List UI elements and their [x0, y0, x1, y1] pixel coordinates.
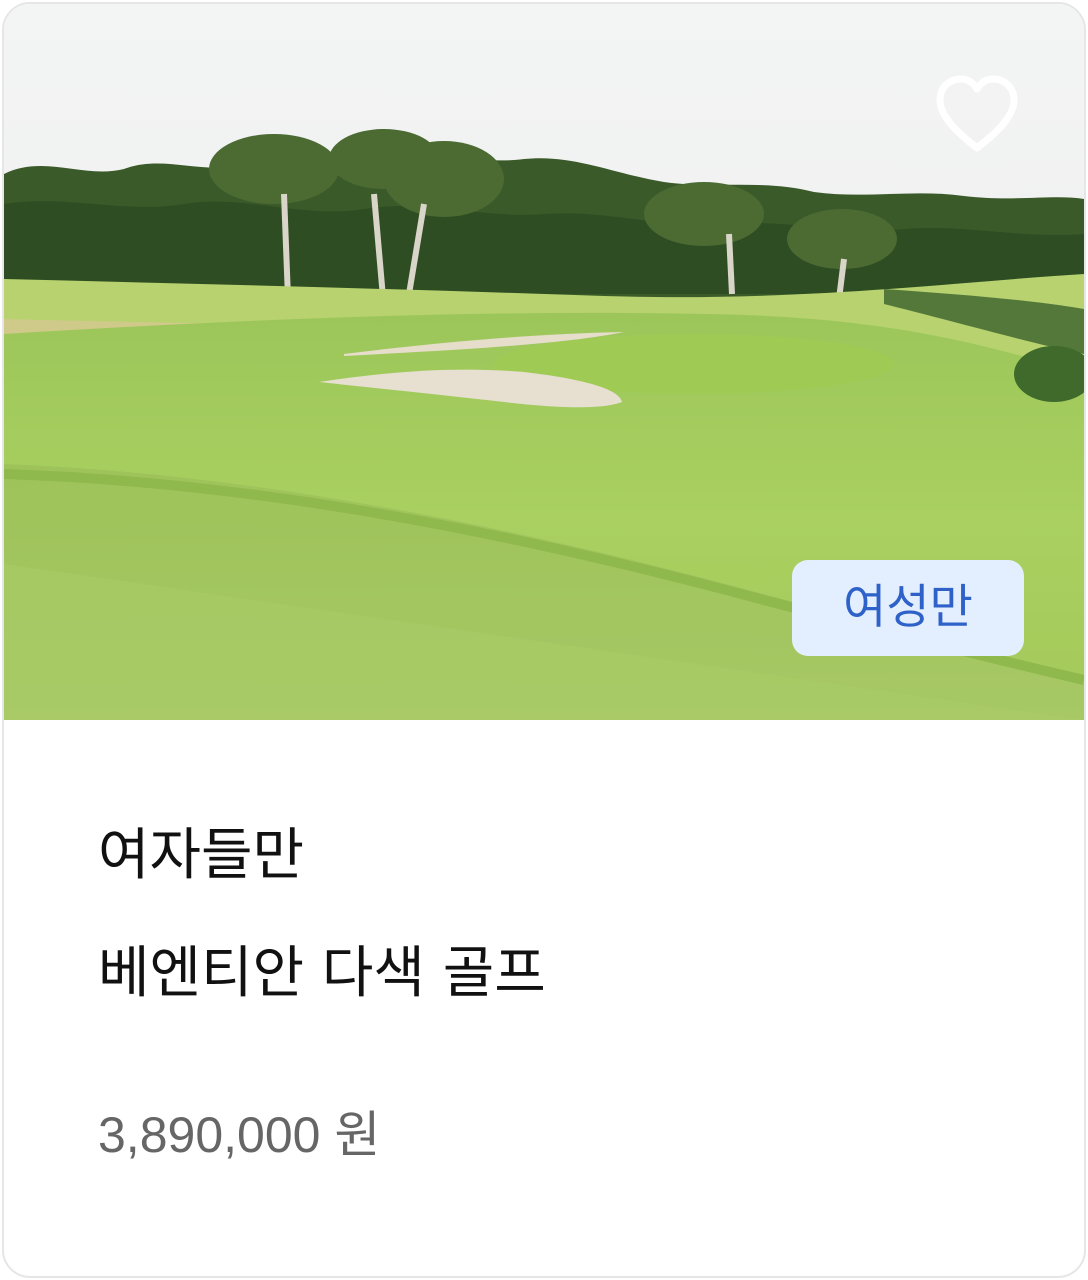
product-card[interactable]: 여성만 여자들만 베엔티안 다색 골프 3,890,000 원	[2, 2, 1086, 1278]
favorite-heart-icon[interactable]	[934, 74, 1020, 154]
product-title-line-1[interactable]: 여자들만	[98, 820, 304, 892]
golf-course-image: 여성만	[4, 4, 1084, 720]
product-price: 3,890,000 원	[98, 1107, 381, 1163]
product-title-line-2[interactable]: 베엔티안 다색 골프	[98, 938, 546, 1010]
women-only-badge: 여성만	[792, 560, 1024, 656]
